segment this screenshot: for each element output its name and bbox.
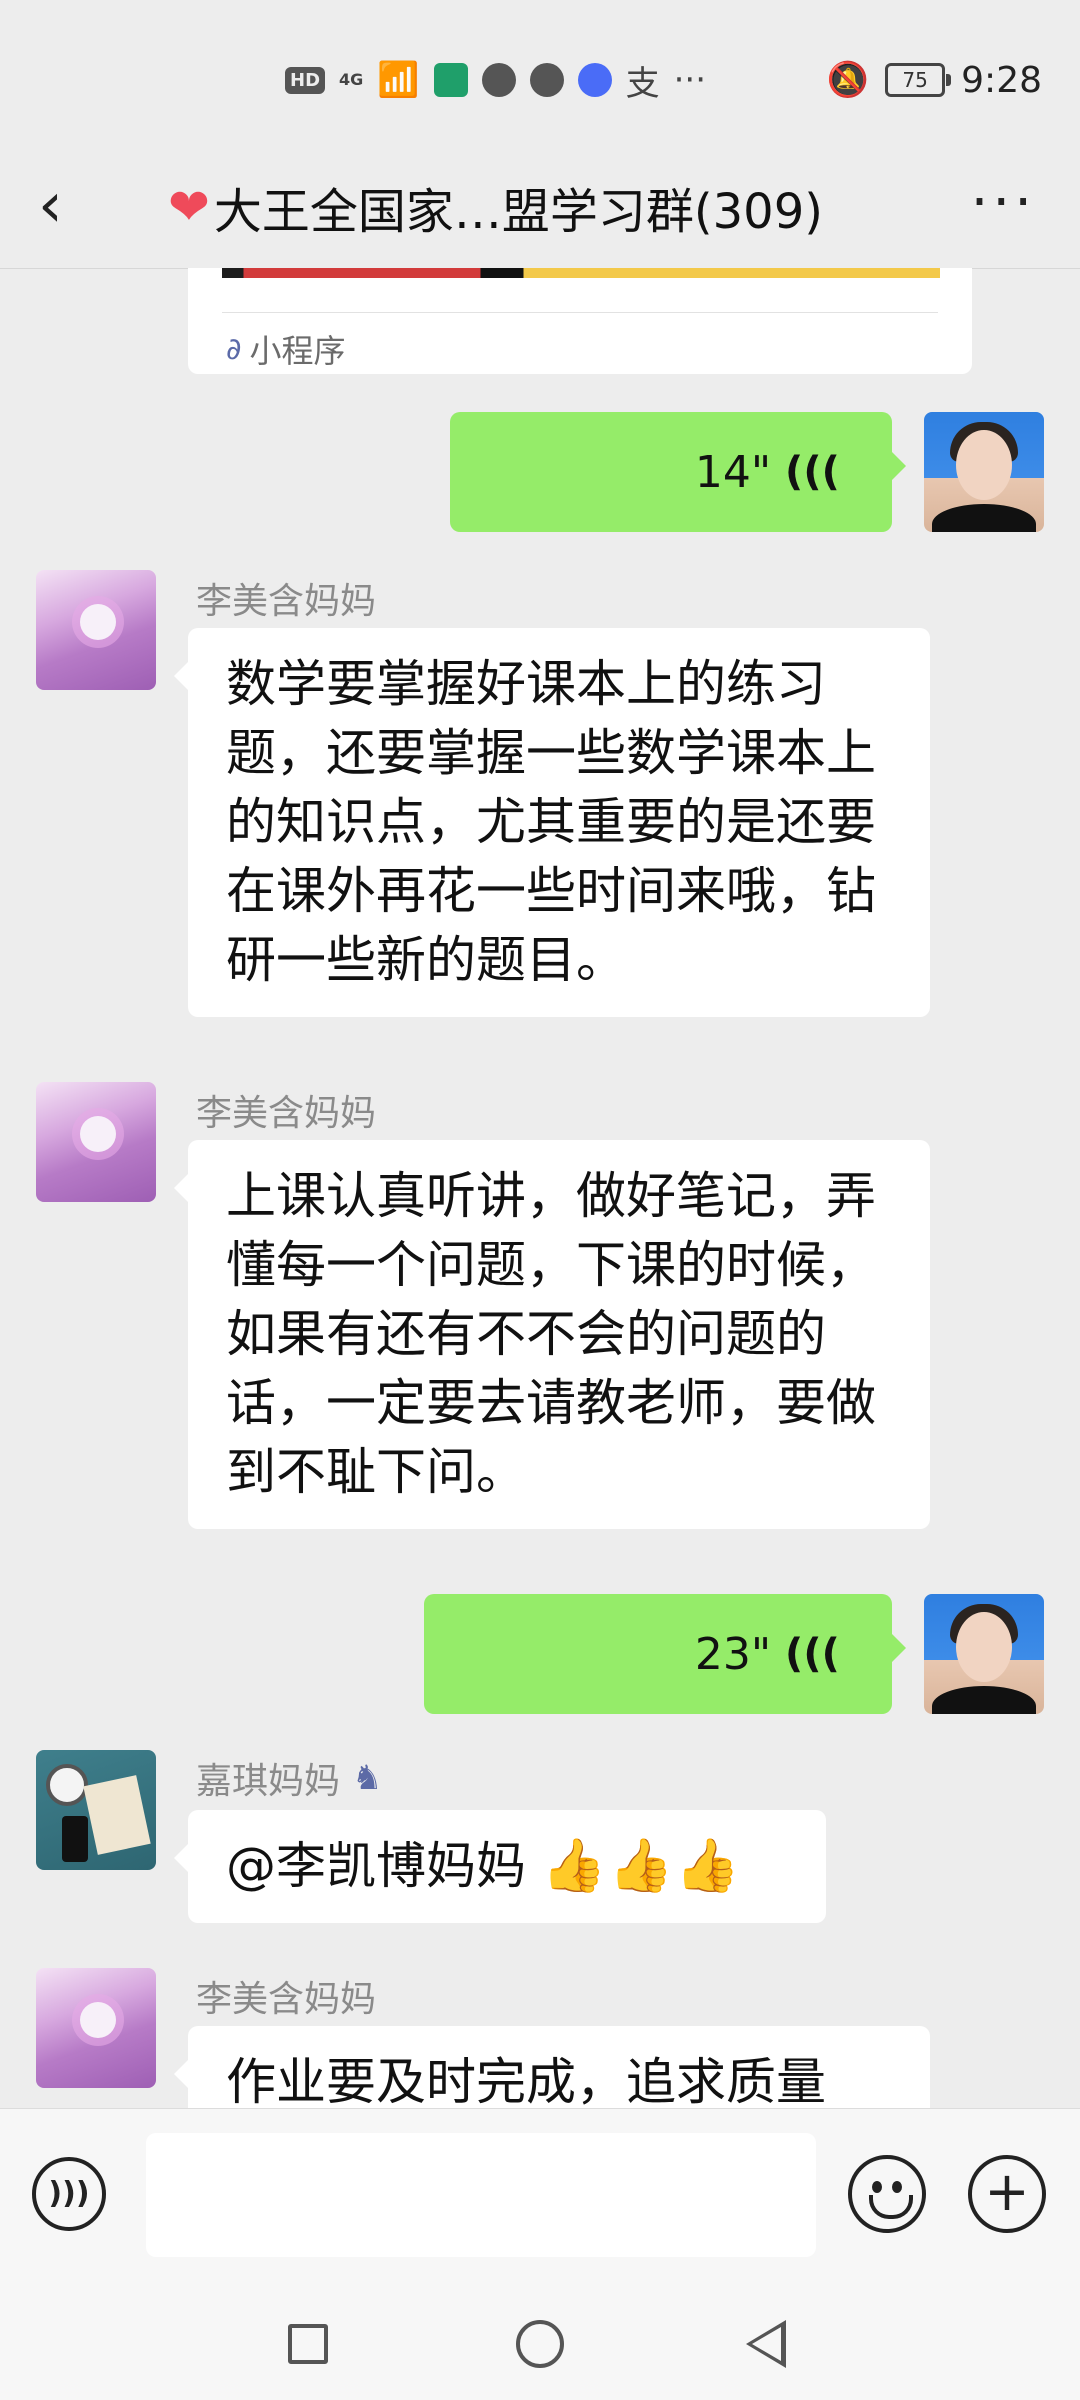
avatar-flower bbox=[80, 1116, 116, 1152]
emoji-mouth bbox=[869, 2195, 913, 2219]
voice-message[interactable]: 14" ))) bbox=[450, 412, 906, 532]
mini-program-preview bbox=[222, 268, 940, 278]
voice-wave-icon: ))) bbox=[785, 1631, 840, 1677]
avatar[interactable] bbox=[36, 570, 156, 690]
avatar-book bbox=[83, 1775, 151, 1855]
home-icon[interactable] bbox=[516, 2320, 564, 2368]
chat-icon bbox=[481, 63, 516, 97]
browser-icon bbox=[529, 63, 564, 97]
clock: 9:28 bbox=[961, 59, 1042, 101]
avatar[interactable] bbox=[924, 1594, 1044, 1714]
message-list[interactable]: ∂ 小程序 14" ))) 李美含妈妈 数学要掌握好课本上的练习题，还要掌握一些… bbox=[0, 268, 1080, 2108]
avatar[interactable] bbox=[924, 412, 1044, 532]
message-bubble[interactable]: 数学要掌握好课本上的练习题，还要掌握一些数学课本上的知识点，尤其重要的是还要在课… bbox=[174, 628, 930, 1017]
thumbs-up-icon: 👍👍👍 bbox=[541, 1836, 743, 1896]
admin-icon: ♞ bbox=[352, 1758, 383, 1798]
message-bubble[interactable]: @李凯博妈妈 👍👍👍 bbox=[174, 1810, 826, 1923]
more-icon[interactable]: ··· bbox=[971, 168, 1036, 238]
avatar[interactable] bbox=[36, 1968, 156, 2088]
back-nav-icon[interactable] bbox=[746, 2320, 786, 2368]
more-actions-button[interactable]: + bbox=[968, 2155, 1046, 2233]
message-bubble[interactable]: 上课认真听讲，做好笔记，弄懂每一个问题，下课的时候，如果有还有不不会的问题的话，… bbox=[174, 1140, 930, 1529]
heart-icon: ❤ bbox=[168, 178, 210, 236]
input-bar: ))) + bbox=[0, 2108, 1080, 2289]
emoji-button[interactable] bbox=[848, 2155, 926, 2233]
chat-title: ❤ 大王全国家…盟学习群(309) bbox=[168, 168, 823, 246]
sender-name: 李美含妈妈 bbox=[196, 1093, 377, 1134]
music-icon bbox=[577, 63, 612, 97]
voice-duration: 23" bbox=[694, 1628, 772, 1680]
mini-program-text: 小程序 bbox=[249, 332, 346, 370]
avatar-phone bbox=[62, 1816, 88, 1862]
signal-icon: 📶 bbox=[377, 60, 420, 100]
battery-icon: 75 bbox=[885, 63, 952, 97]
status-left: HD 4G 📶 支 ··· bbox=[285, 58, 707, 104]
avatar-shoulder bbox=[932, 504, 1036, 532]
avatar-shoulder bbox=[932, 1686, 1036, 1714]
mention-text: @李凯博妈妈 bbox=[226, 1837, 526, 1895]
avatar-face bbox=[956, 1612, 1012, 1682]
voice-input-button[interactable]: ))) bbox=[32, 2157, 106, 2231]
link-icon: ∂ bbox=[226, 331, 242, 367]
mini-program-card[interactable]: ∂ 小程序 bbox=[188, 268, 972, 374]
network-label: 4G bbox=[339, 70, 364, 89]
message-bubble[interactable]: 作业要及时完成，追求质量 bbox=[174, 2026, 930, 2108]
avatar-flower bbox=[80, 2002, 116, 2038]
voice-wave-icon: ))) bbox=[785, 449, 840, 495]
avatar-flower bbox=[80, 604, 116, 640]
alipay-icon: 支 bbox=[625, 63, 660, 104]
voice-message[interactable]: 23" ))) bbox=[424, 1594, 906, 1714]
avatar[interactable] bbox=[36, 1750, 156, 1870]
mini-program-label: ∂ 小程序 bbox=[226, 326, 346, 372]
sender-name: 嘉琪妈妈 bbox=[196, 1761, 341, 1802]
sender-name: 李美含妈妈 bbox=[196, 581, 377, 622]
emoji-eye bbox=[892, 2181, 902, 2193]
chat-header: ‹ ❤ 大王全国家…盟学习群(309) ··· bbox=[0, 150, 1080, 269]
voice-duration: 14" bbox=[694, 446, 772, 498]
chat-title-text: 大王全国家…盟学习群(309) bbox=[213, 184, 823, 240]
system-nav-bar bbox=[0, 2288, 1080, 2400]
recents-icon[interactable] bbox=[288, 2324, 328, 2364]
sender-name-row: 嘉琪妈妈 ♞ bbox=[196, 1752, 383, 1804]
avatar-face bbox=[956, 430, 1012, 500]
divider bbox=[222, 312, 938, 313]
emoji-eye bbox=[872, 2181, 882, 2193]
sender-name: 李美含妈妈 bbox=[196, 1979, 377, 2020]
more-notifications-icon: ··· bbox=[673, 60, 707, 100]
message-input[interactable] bbox=[146, 2133, 816, 2257]
avatar-cup bbox=[46, 1764, 88, 1806]
hd-icon: HD bbox=[285, 66, 326, 94]
avatar[interactable] bbox=[36, 1082, 156, 1202]
mute-icon: 🔕 bbox=[826, 60, 870, 100]
app-icon bbox=[433, 63, 468, 97]
back-icon[interactable]: ‹ bbox=[38, 170, 98, 240]
status-bar: HD 4G 📶 支 ··· 🔕 75 9:28 bbox=[0, 0, 1080, 150]
status-right: 🔕 75 9:28 bbox=[827, 58, 1042, 102]
